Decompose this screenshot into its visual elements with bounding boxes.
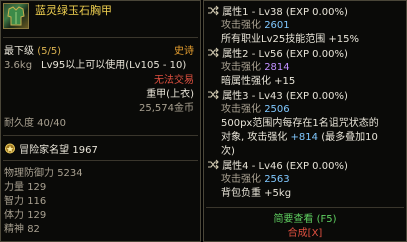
divider: [3, 160, 198, 161]
attribute-1-boost: 攻击强化 2601: [221, 20, 290, 31]
level-requirement: Lv95以上可以使用(Lv105 - 10): [41, 60, 187, 71]
item-tooltip-main: 蓝灵绿玉石胸甲 最下级 (5/5) 史诗 3.6kg Lv95以上可以使用(Lv…: [0, 0, 201, 242]
attribute-3-title: 属性3 - Lv43 (EXP 0.00%): [207, 89, 348, 103]
shuffle-icon: [208, 89, 219, 100]
stat-intelligence: 智力 116: [4, 196, 47, 207]
attribute-1-title: 属性1 - Lv38 (EXP 0.00%): [207, 5, 348, 19]
rarity-label: 史诗: [174, 46, 194, 57]
stat-physical-defense: 物理防御力 5234: [4, 168, 83, 179]
shuffle-icon: [208, 159, 219, 170]
item-price: 25,574金币: [139, 103, 194, 114]
item-name: 蓝灵绿玉石胸甲: [35, 4, 112, 17]
grade-label: 最下级 (5/5): [4, 46, 62, 57]
simple-view-button[interactable]: 简要查看 (F5): [204, 213, 406, 226]
trade-restriction: 无法交易: [154, 75, 194, 86]
item-attributes-panel: 属性1 - Lv38 (EXP 0.00%) 攻击强化 2601 所有职业Lv2…: [203, 0, 407, 242]
attribute-4-title: 属性4 - Lv46 (EXP 0.00%): [207, 159, 348, 173]
durability: 耐久度 40/40: [4, 118, 66, 129]
divider: [3, 135, 198, 136]
armor-type: 重甲(上衣): [146, 89, 194, 100]
attribute-4-boost: 攻击强化 2563: [221, 174, 290, 185]
attribute-1-effect: 所有职业Lv25技能范围 +15%: [221, 34, 359, 45]
fame-icon: [5, 143, 15, 154]
stat-vitality: 体力 129: [4, 210, 47, 221]
attribute-2-title: 属性2 - Lv56 (EXP 0.00%): [207, 47, 348, 61]
stat-strength: 力量 129: [4, 182, 47, 193]
attribute-4-effect: 背包负重 +5kg: [221, 188, 292, 199]
attribute-2-effect: 暗属性强化 +15: [221, 76, 296, 87]
chest-armor-icon: [3, 3, 29, 29]
stat-spirit: 精神 82: [4, 224, 40, 235]
compose-button[interactable]: 合成[X]: [204, 227, 406, 240]
attribute-3-effect-line2: 对象, 攻击强化 +814 (最多叠加10: [221, 132, 378, 143]
attribute-3-effect-line3: 次): [221, 146, 235, 157]
shuffle-icon: [208, 5, 219, 16]
fame-row: 冒险家名望 1967: [4, 143, 98, 157]
weight-value: 3.6kg: [4, 60, 33, 71]
divider: [3, 37, 198, 38]
divider: [206, 207, 404, 208]
attribute-3-boost: 攻击强化 2506: [221, 104, 290, 115]
shuffle-icon: [208, 47, 219, 58]
attribute-2-boost: 攻击强化 2814: [221, 62, 290, 73]
attribute-3-effect-line1: 500px范围内每存在1名诅咒状态的: [221, 118, 379, 129]
